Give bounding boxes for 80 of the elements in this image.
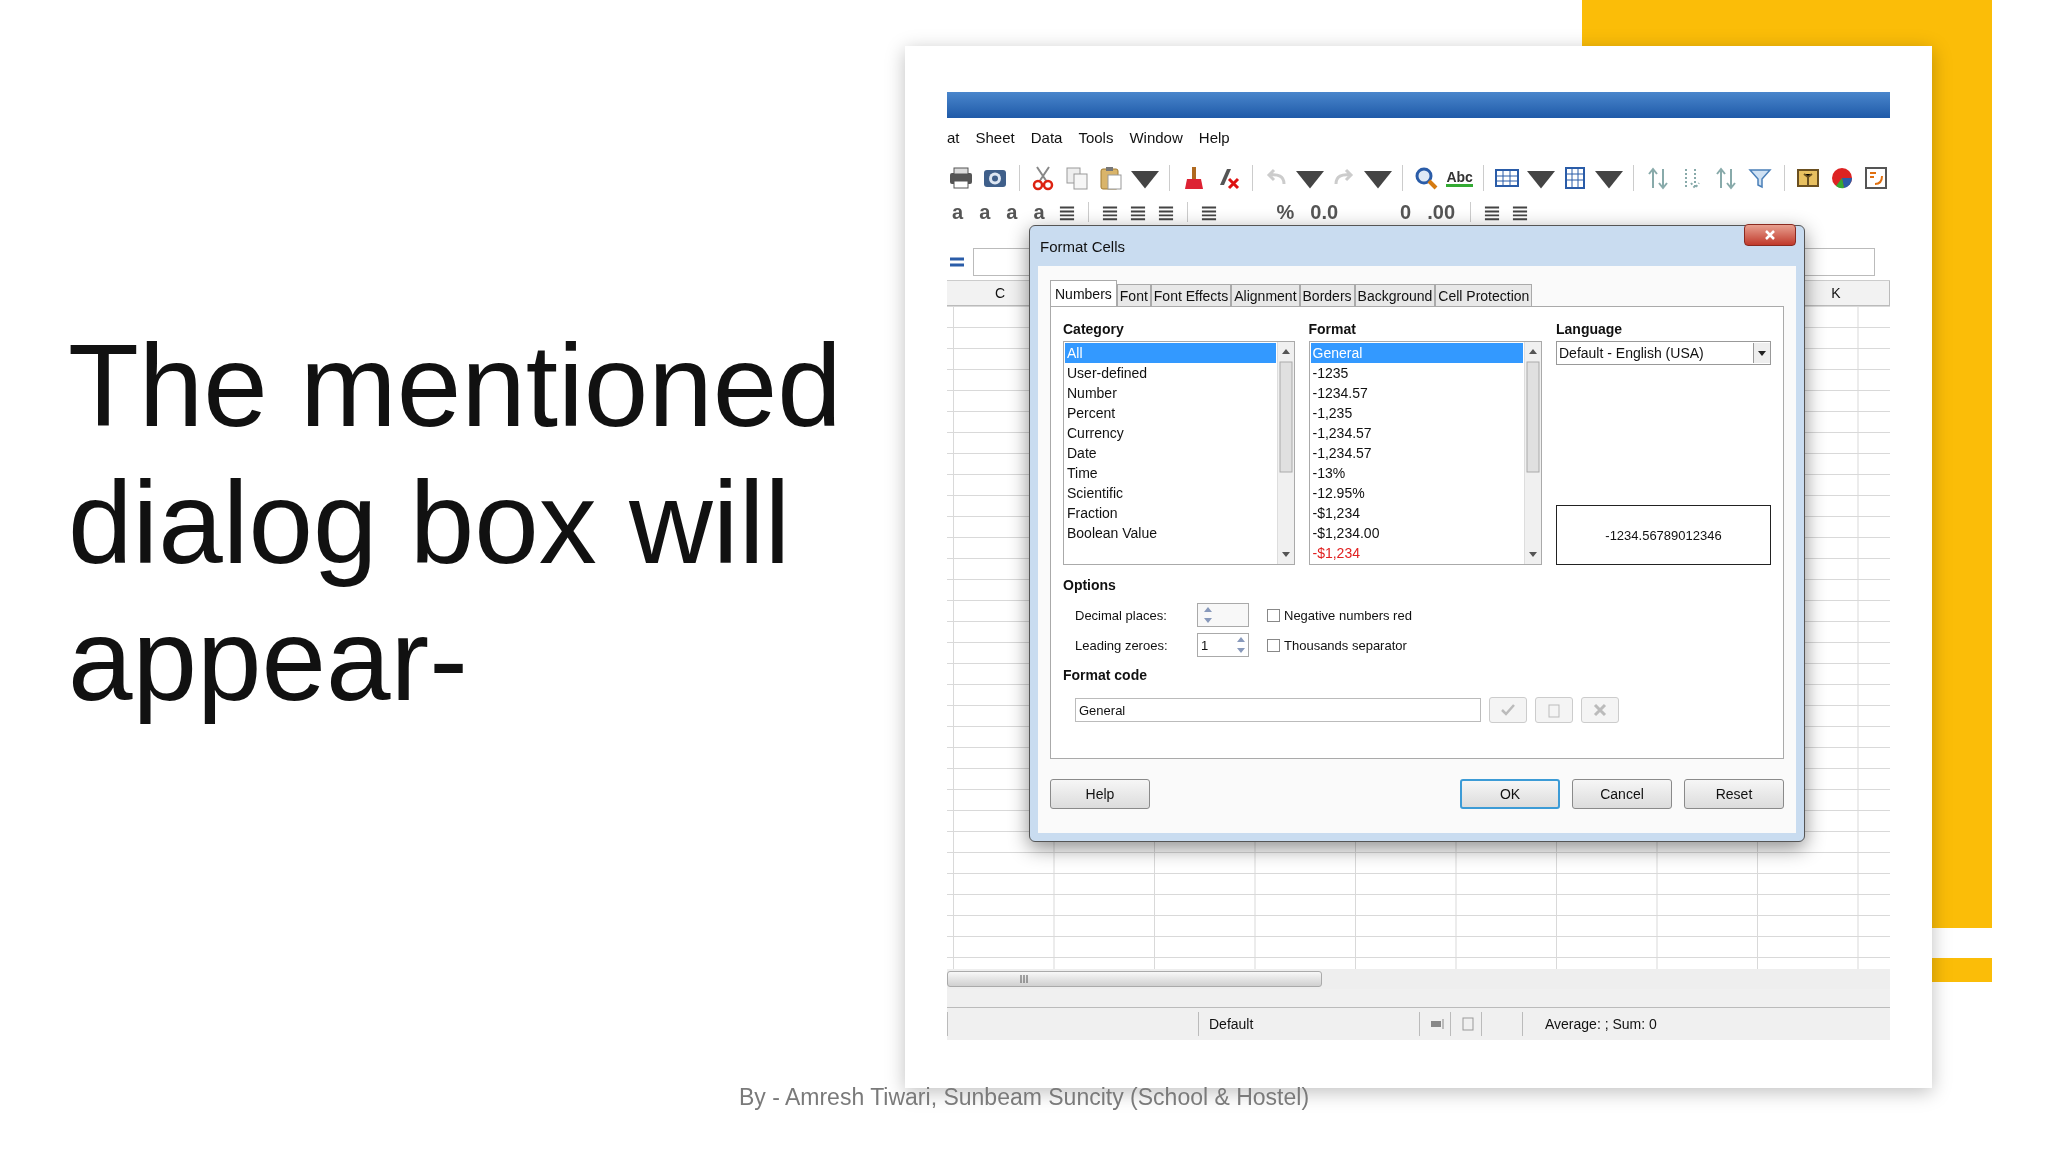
list-item[interactable]: Number: [1065, 383, 1276, 403]
tab[interactable]: Font: [1116, 284, 1151, 306]
format-button[interactable]: a: [1001, 202, 1023, 222]
format-button[interactable]: .00: [1422, 202, 1461, 222]
list-item[interactable]: -$1,234: [1310, 543, 1523, 563]
tab[interactable]: Numbers: [1050, 280, 1117, 306]
list-item[interactable]: -1,235: [1310, 403, 1523, 423]
menu-item[interactable]: Window: [1129, 128, 1183, 146]
format-button[interactable]: a: [1028, 202, 1050, 222]
list-item[interactable]: -1234.57: [1310, 383, 1523, 403]
grip-icon: [1020, 975, 1028, 983]
field-label: Decimal places:: [1075, 607, 1168, 623]
dialog-title: Format Cells: [1040, 237, 1125, 255]
list-item[interactable]: -1,234.57: [1310, 423, 1523, 443]
format-button[interactable]: a: [947, 202, 969, 222]
checkmark-icon: [1500, 702, 1516, 718]
tab[interactable]: Borders: [1299, 284, 1355, 306]
format-button[interactable]: a: [974, 202, 996, 222]
menu-item[interactable]: Help: [1198, 128, 1230, 146]
slide-heading: appear-: [68, 594, 469, 727]
slide-heading: The mentioned: [68, 320, 843, 453]
section-label: Format: [1308, 320, 1357, 339]
sum-readout: Average: ; Sum: 0: [1545, 1016, 1657, 1032]
section-label: Format code: [1063, 666, 1148, 685]
format-button[interactable]: 0.0: [1305, 202, 1344, 222]
printer-icon[interactable]: [947, 164, 975, 192]
list-item[interactable]: -$1,234: [1310, 503, 1523, 523]
preview-value: -1234.56789012346: [1605, 527, 1722, 543]
menu-item[interactable]: at: [947, 128, 960, 146]
document-icon: [1461, 1017, 1477, 1031]
language-dropdown[interactable]: Default - English (USA): [1556, 341, 1771, 365]
menu-item[interactable]: Data: [1030, 128, 1063, 146]
dialog-button[interactable]: OK: [1460, 779, 1560, 809]
dialog-button[interactable]: Help: [1050, 779, 1150, 809]
list-item[interactable]: -1,234.57: [1310, 443, 1523, 463]
menu-item[interactable]: Sheet: [975, 128, 1015, 146]
tab[interactable]: Font Effects: [1150, 284, 1232, 306]
slide-footer: By - Amresh Tiwari, Sunbeam Suncity (School & Hostel): [738, 1084, 1310, 1110]
close-button[interactable]: [1744, 224, 1796, 246]
list-item[interactable]: Scientific: [1065, 483, 1276, 503]
spin-field[interactable]: 1: [1197, 633, 1249, 657]
tab[interactable]: Cell Protection: [1435, 284, 1533, 306]
section-label: Category: [1063, 320, 1125, 339]
list-item[interactable]: -1235: [1310, 363, 1523, 383]
checkbox[interactable]: [1267, 638, 1280, 652]
spellcheck-button[interactable]: Abc: [1446, 169, 1473, 187]
close-icon: [1764, 229, 1776, 241]
field-label: Leading zeroes:: [1075, 637, 1169, 653]
tab[interactable]: Background: [1354, 284, 1436, 306]
section-label: Options: [1063, 576, 1117, 595]
checkbox[interactable]: [1267, 608, 1280, 622]
insert-mode-icon: [1430, 1017, 1446, 1031]
format-button[interactable]: %: [1271, 202, 1300, 222]
equals-icon[interactable]: [949, 256, 965, 268]
tab[interactable]: Alignment: [1231, 284, 1300, 306]
spin-field[interactable]: [1197, 603, 1249, 627]
page-style: Default: [1209, 1016, 1254, 1032]
checkbox-label: Thousands separator: [1284, 637, 1407, 653]
x-icon: [1592, 702, 1608, 718]
accent-bar: [1932, 958, 1992, 982]
list-item[interactable]: User-defined: [1065, 363, 1276, 383]
list-item[interactable]: -13%: [1310, 463, 1523, 483]
slide-heading: dialog box will: [68, 457, 792, 590]
menu-item[interactable]: Tools: [1078, 128, 1114, 146]
list-item[interactable]: Boolean Value: [1065, 523, 1276, 543]
dialog-button[interactable]: Cancel: [1572, 779, 1672, 809]
list-item[interactable]: Percent: [1065, 403, 1276, 423]
format-button[interactable]: 0: [1395, 202, 1417, 222]
section-label: Language: [1556, 320, 1624, 339]
scroll-bar[interactable]: [947, 971, 1322, 987]
checkbox-label: Negative numbers red: [1284, 607, 1412, 623]
dialog-button[interactable]: Reset: [1684, 779, 1784, 809]
list-item[interactable]: -12.95%: [1310, 483, 1523, 503]
list-item[interactable]: Date: [1065, 443, 1276, 463]
format-code-field[interactable]: General: [1075, 698, 1481, 722]
note-icon: [1546, 702, 1562, 718]
list-item[interactable]: -$1,234.00: [1310, 523, 1523, 543]
list-item[interactable]: Fraction: [1065, 503, 1276, 523]
list-item[interactable]: Time: [1065, 463, 1276, 483]
list-item[interactable]: Currency: [1065, 423, 1276, 443]
